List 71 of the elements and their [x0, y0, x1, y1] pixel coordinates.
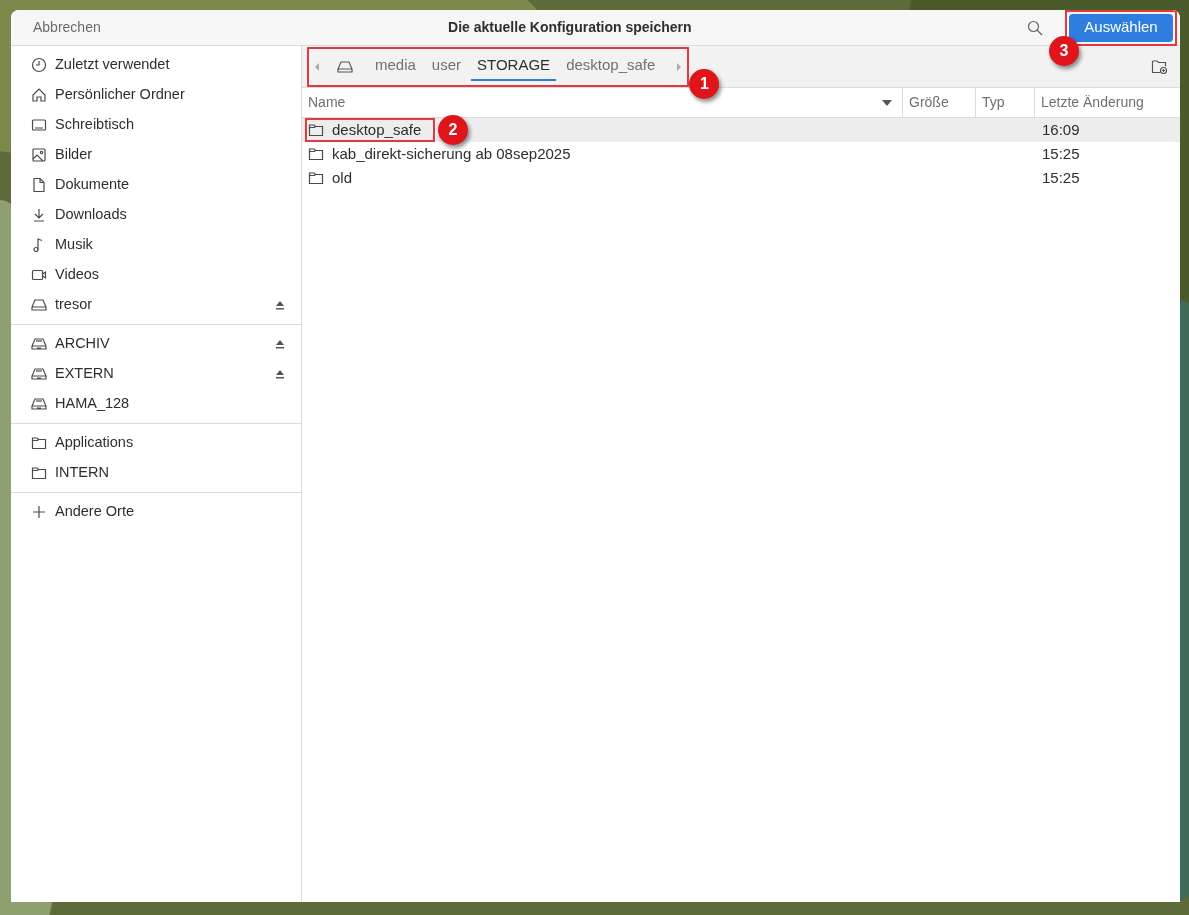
folder-icon: [308, 122, 324, 138]
sidebar-label: EXTERN: [55, 364, 115, 384]
eject-icon[interactable]: [275, 300, 285, 310]
sidebar-label: tresor: [55, 295, 94, 315]
file-name: kab_direkt-sicherung ab 08sep2025: [332, 143, 571, 164]
modified-time: 15:25: [1041, 167, 1081, 188]
sidebar-label: Musik: [55, 235, 94, 255]
column-header[interactable]: Letzte Änderung: [1035, 88, 1180, 117]
sidebar-item[interactable]: tresor: [11, 290, 301, 320]
drive-icon[interactable]: [337, 58, 353, 75]
search-icon[interactable]: [1027, 19, 1043, 36]
sidebar-label: Applications: [55, 433, 135, 453]
folder-icon: [31, 465, 47, 481]
sidebar-label: Andere Orte: [55, 502, 135, 522]
sidebar-label: Bilder: [55, 145, 94, 165]
column-header[interactable]: Typ: [976, 88, 1035, 117]
sidebar-item[interactable]: Downloads: [11, 200, 301, 230]
cancel-button[interactable]: Abbrechen: [21, 13, 113, 42]
folder-icon: [308, 170, 324, 186]
eject-icon[interactable]: [275, 339, 285, 349]
sidebar-label: Downloads: [55, 205, 128, 225]
path-segment[interactable]: desktop_safe: [560, 52, 662, 81]
path-segment[interactable]: media: [369, 52, 422, 81]
sidebar-label: Videos: [55, 265, 101, 285]
sidebar-item[interactable]: INTERN: [11, 458, 301, 488]
sidebar-item[interactable]: Schreibtisch: [11, 110, 301, 140]
document-icon: [31, 177, 47, 193]
sidebar-item[interactable]: Bilder: [11, 140, 301, 170]
sidebar-item[interactable]: ARCHIV: [11, 329, 301, 359]
column-header[interactable]: Größe: [903, 88, 976, 117]
folder-icon: [31, 435, 47, 451]
drive-icon: [31, 336, 47, 352]
download-icon: [31, 207, 47, 223]
sidebar-item[interactable]: Applications: [11, 428, 301, 458]
sort-arrow-icon: [882, 99, 892, 106]
sidebar-item[interactable]: HAMA_128: [11, 389, 301, 419]
sidebar-item[interactable]: Persönlicher Ordner: [11, 80, 301, 110]
window-title: Die aktuelle Konfiguration speichern: [448, 18, 692, 37]
sidebar-item[interactable]: Musik: [11, 230, 301, 260]
modified-time: 16:09: [1041, 119, 1081, 140]
desktop-icon: [31, 117, 47, 133]
drive-icon: [31, 366, 47, 382]
path-segment[interactable]: STORAGE: [471, 52, 557, 81]
plus-icon: [31, 504, 47, 520]
sidebar-item[interactable]: Andere Orte: [11, 497, 301, 527]
sidebar-label: HAMA_128: [55, 394, 131, 414]
video-camera-icon: [31, 267, 47, 283]
image-icon: [31, 147, 47, 163]
home-icon: [31, 87, 47, 103]
clock-icon: [31, 57, 47, 73]
eject-icon[interactable]: [275, 369, 285, 379]
sidebar-label: Dokumente: [55, 175, 131, 195]
sidebar-item[interactable]: Videos: [11, 260, 301, 290]
folder-icon: [308, 146, 324, 162]
sidebar-item[interactable]: EXTERN: [11, 359, 301, 389]
select-button[interactable]: Auswählen: [1069, 13, 1173, 42]
modified-time: 15:25: [1041, 143, 1081, 164]
sidebar-label: INTERN: [55, 463, 110, 483]
drive-icon: [31, 297, 47, 313]
new-folder-icon[interactable]: [1151, 58, 1168, 75]
sidebar-label: ARCHIV: [55, 334, 111, 354]
sidebar-label: Schreibtisch: [55, 115, 135, 135]
callout-number: 1: [689, 68, 720, 99]
drive-icon: [31, 396, 47, 412]
sidebar-label: Persönlicher Ordner: [55, 85, 186, 105]
path-segment[interactable]: user: [425, 52, 468, 81]
sidebar-item[interactable]: Dokumente: [11, 170, 301, 200]
file-name: old: [332, 167, 353, 188]
sidebar-label: Zuletzt verwendet: [55, 55, 171, 75]
sidebar-item[interactable]: Zuletzt verwendet: [11, 50, 301, 80]
file-name: desktop_safe: [332, 119, 422, 140]
